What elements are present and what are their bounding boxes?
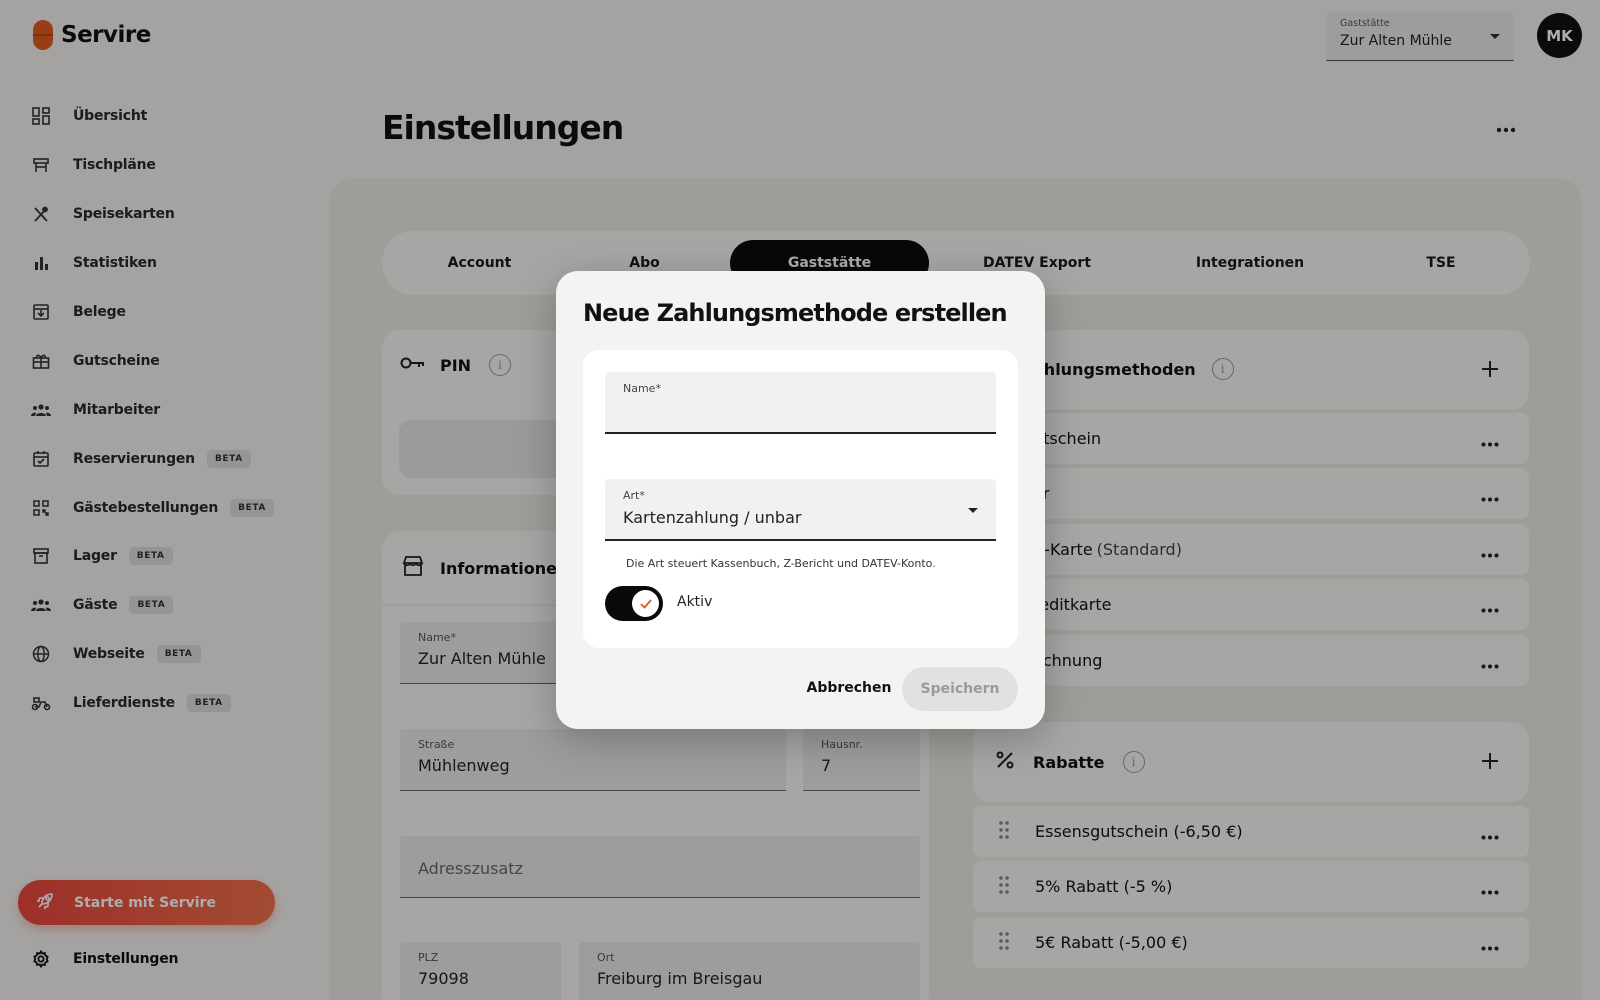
field-label: Art* <box>623 489 645 502</box>
check-icon <box>632 590 659 617</box>
field-label: Name* <box>623 382 661 395</box>
payment-name-field[interactable]: Name* <box>605 372 996 434</box>
active-label: Aktiv <box>677 594 713 610</box>
dialog-title: Neue Zahlungsmethode erstellen <box>583 299 1008 327</box>
cancel-button[interactable]: Abbrechen <box>801 666 897 710</box>
active-toggle[interactable] <box>605 586 663 621</box>
dialog-form: Name* Art* Kartenzahlung / unbar Die Art… <box>583 350 1018 648</box>
payment-type-select[interactable]: Art* Kartenzahlung / unbar <box>605 479 996 541</box>
helper-text: Die Art steuert Kassenbuch, Z-Bericht un… <box>626 557 936 570</box>
caret-down-icon <box>968 508 978 513</box>
field-value: Kartenzahlung / unbar <box>623 508 802 527</box>
create-payment-method-dialog: Neue Zahlungsmethode erstellen Name* Art… <box>556 271 1045 729</box>
save-button[interactable]: Speichern <box>902 667 1018 711</box>
